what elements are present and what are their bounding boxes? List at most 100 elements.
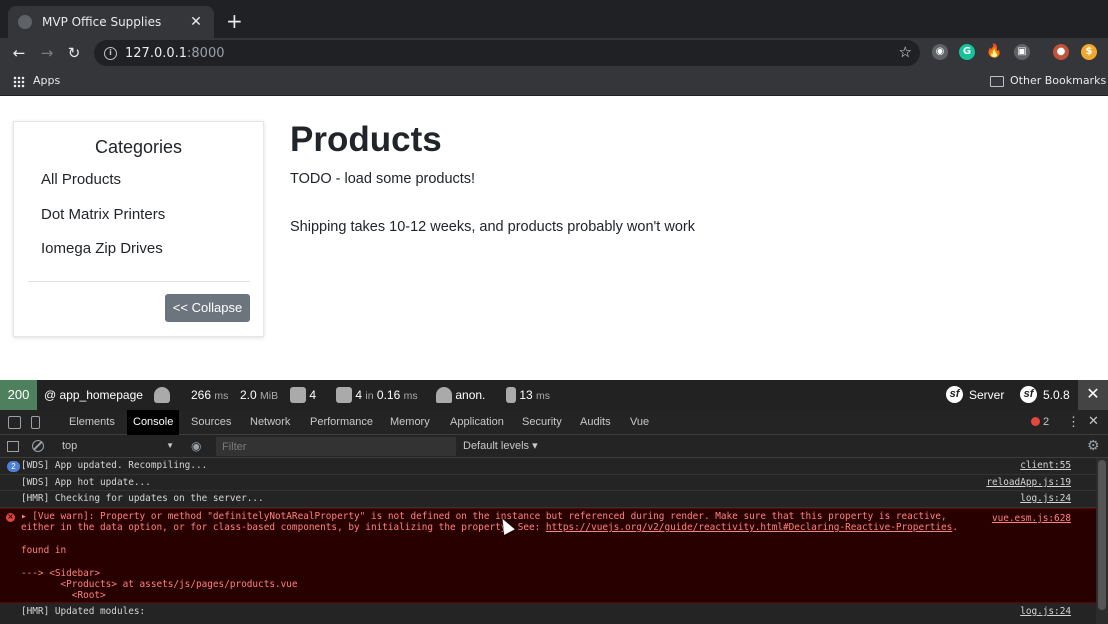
tab-title: MVP Office Supplies (42, 15, 162, 29)
console-message: [HMR] Updated modules: log.js:24 (0, 604, 1096, 621)
twig-panel[interactable]: 13 ms (506, 380, 550, 410)
twig-unit: ms (536, 390, 551, 402)
request-panel-icon[interactable] (154, 380, 170, 410)
console-sidebar-icon[interactable] (7, 441, 19, 452)
error-count: 2 (1043, 416, 1050, 428)
shipping-text: Shipping takes 10-12 weeks, and products… (290, 219, 695, 235)
error-found-in: found in (21, 545, 67, 556)
console-scrollbar[interactable] (1096, 458, 1108, 624)
error-trace-1: ---> <Sidebar> (21, 568, 101, 579)
apps-bookmark[interactable]: Apps (33, 74, 60, 87)
devtools-tabbar: Elements Console Sources Network Perform… (0, 410, 1108, 435)
tab-elements[interactable]: Elements (63, 410, 121, 435)
inspect-element-icon[interactable] (8, 416, 21, 429)
tab-network[interactable]: Network (244, 410, 296, 435)
symfony-logo-icon: sf (946, 386, 963, 404)
tab-strip: MVP Office Supplies ✕ + (0, 0, 1108, 38)
forms-panel[interactable]: 4 (290, 380, 316, 410)
tab-vue[interactable]: Vue (624, 410, 655, 435)
database-panel[interactable]: 4 in 0.16 ms (336, 380, 418, 410)
tab-audits[interactable]: Audits (574, 410, 617, 435)
reload-icon[interactable]: ↻ (63, 42, 85, 64)
clear-console-icon[interactable] (32, 440, 44, 452)
extension-grammarly-icon[interactable]: G (959, 44, 975, 60)
time-panel[interactable]: 266 ms (191, 380, 228, 410)
favicon-icon (18, 15, 32, 29)
close-devtools-icon[interactable]: ✕ (1088, 413, 1099, 429)
log-source-link[interactable]: reloadApp.js:19 (986, 477, 1071, 488)
log-text: [WDS] App hot update... (21, 477, 151, 488)
browser-tab[interactable]: MVP Office Supplies ✕ (8, 6, 214, 38)
folder-icon[interactable] (990, 76, 1004, 87)
error-line-2: either in the data option, or for class-… (21, 522, 958, 533)
gear-icon[interactable]: ⚙ (1087, 437, 1100, 454)
error-line-1: ▸ [Vue warn]: Property or method "defini… (21, 511, 947, 522)
error-source-link[interactable]: vue.esm.js:628 (992, 513, 1071, 524)
symfony-version: 5.0.8 (1043, 388, 1070, 402)
log-levels-dropdown[interactable]: Default levels ▾ (463, 439, 538, 452)
memory-unit: MiB (260, 390, 279, 402)
other-bookmarks[interactable]: Other Bookmarks (1010, 74, 1106, 87)
extension-flame-icon[interactable]: 🔥 (986, 44, 1002, 60)
category-dot-matrix-printers[interactable]: Dot Matrix Printers (41, 206, 165, 223)
context-selector[interactable]: top ▼ (56, 437, 178, 455)
category-iomega-zip-drives[interactable]: Iomega Zip Drives (41, 240, 163, 257)
page-title: Products (290, 120, 442, 159)
console-error-message[interactable]: ✕ ▸ [Vue warn]: Property or method "defi… (0, 508, 1096, 603)
db-queries: 4 (355, 388, 363, 402)
info-icon[interactable]: i (104, 46, 117, 60)
repeat-count-badge: 2 (7, 461, 20, 472)
apps-grid-icon[interactable] (13, 76, 25, 88)
category-all-products[interactable]: All Products (41, 171, 121, 188)
tab-security[interactable]: Security (516, 410, 568, 435)
symfony-version-icon: sf (1020, 386, 1037, 404)
close-tab-icon[interactable]: ✕ (188, 14, 204, 30)
extension-coin-icon[interactable]: $ (1081, 44, 1097, 60)
log-source-link[interactable]: log.js:24 (1020, 606, 1071, 617)
chevron-down-icon: ▼ (166, 441, 174, 450)
error-icon (1031, 416, 1040, 426)
filter-input[interactable] (216, 437, 456, 456)
server-label: Server (969, 388, 1005, 402)
memory-panel[interactable]: 2.0 MiB (240, 380, 278, 410)
log-text: [HMR] Checking for updates on the server… (21, 493, 264, 504)
version-panel[interactable]: sf 5.0.8 (1020, 380, 1070, 410)
tab-console[interactable]: Console (127, 410, 180, 435)
device-toolbar-icon[interactable] (31, 416, 40, 429)
twig-icon (506, 386, 516, 403)
log-source-link[interactable]: client:55 (1020, 460, 1071, 471)
server-panel[interactable]: sf Server (946, 380, 1004, 410)
console-message: 2 [WDS] App updated. Recompiling... clie… (0, 458, 1096, 475)
error-count-badge[interactable]: 2 (1031, 416, 1049, 428)
tab-memory[interactable]: Memory (384, 410, 436, 435)
security-panel[interactable]: anon. (436, 380, 485, 410)
db-in: in (365, 390, 374, 402)
extension-vue-devtools-icon[interactable]: ◉ (932, 44, 948, 60)
extension-camera-icon[interactable]: ▣ (1014, 44, 1030, 60)
log-text: [HMR] Updated modules: (21, 606, 146, 617)
forward-icon[interactable]: → (36, 42, 58, 64)
tab-performance[interactable]: Performance (304, 410, 379, 435)
profile-avatar[interactable]: ● (1053, 44, 1069, 60)
eye-icon[interactable]: ◉ (191, 439, 201, 453)
back-icon[interactable]: ← (8, 42, 30, 64)
scroll-thumb[interactable] (1098, 460, 1106, 610)
route-name[interactable]: @ app_homepage (44, 380, 143, 410)
vue-docs-link[interactable]: https://vuejs.org/v2/guide/reactivity.ht… (546, 522, 952, 533)
tab-application[interactable]: Application (444, 410, 510, 435)
url-host: 127.0.0.1 (125, 45, 188, 61)
error-line-2-suffix: . (952, 522, 958, 533)
close-toolbar-icon[interactable]: ✕ (1078, 380, 1108, 410)
more-options-icon[interactable]: ⋮ (1067, 414, 1080, 430)
console-message: [HMR] Checking for updates on the server… (0, 491, 1096, 508)
status-code-badge[interactable]: 200 (0, 380, 37, 410)
new-tab-icon[interactable]: + (226, 9, 243, 33)
tab-sources[interactable]: Sources (185, 410, 237, 435)
bookmarks-bar: Apps Other Bookmarks (0, 68, 1108, 96)
collapse-button[interactable]: << Collapse (165, 294, 250, 322)
console-message: [WDS] App hot update... reloadApp.js:19 (0, 475, 1096, 491)
address-bar[interactable]: i 127.0.0.1:8000 ☆ (94, 40, 920, 66)
error-trace-3: <Root> (21, 590, 106, 601)
bookmark-star-icon[interactable]: ☆ (899, 43, 912, 61)
log-source-link[interactable]: log.js:24 (1020, 493, 1071, 504)
